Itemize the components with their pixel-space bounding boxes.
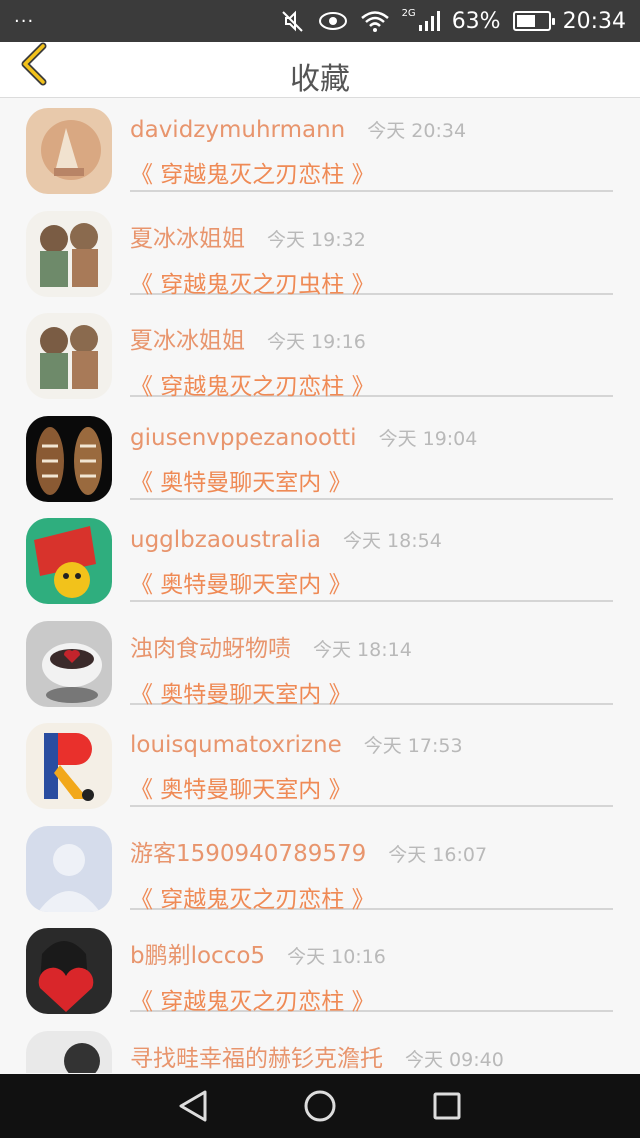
user-name: louisqumatoxrizne bbox=[130, 732, 342, 758]
item-body: giusenvppezanootti 今天 19:04 《 奥特曼聊天室内 》 bbox=[130, 424, 613, 500]
timestamp: 今天 19:16 bbox=[267, 331, 366, 353]
battery-level bbox=[516, 15, 536, 27]
timestamp: 今天 16:07 bbox=[388, 843, 488, 866]
nav-home-button[interactable] bbox=[295, 1081, 345, 1131]
status-icons: 2G 63% 20:34 bbox=[280, 7, 626, 34]
avatar bbox=[26, 620, 112, 707]
user-name: b鹏剃locco5 bbox=[130, 943, 266, 969]
timestamp: 今天 18:54 bbox=[343, 530, 442, 552]
avatar bbox=[26, 415, 112, 502]
list-item[interactable]: davidzymuhrmann 今天 20:34 《 穿越鬼灭之刃恋柱 》 bbox=[0, 98, 640, 201]
list-item[interactable]: 寻找畦幸福的赫钐克澹托 今天 09:40 bbox=[0, 1021, 640, 1074]
item-body: 寻找畦幸福的赫钐克澹托 今天 09:40 bbox=[130, 1039, 613, 1074]
mute-icon bbox=[280, 9, 306, 33]
list-item[interactable]: louisqumatoxrizne 今天 17:53 《 奥特曼聊天室内 》 bbox=[0, 713, 640, 816]
system-nav-bar bbox=[0, 1074, 640, 1138]
room-name[interactable]: 《 奥特曼聊天室内 》 bbox=[130, 770, 613, 804]
user-name: 浊肉食动蚜物啧 bbox=[130, 635, 291, 662]
timestamp: 今天 19:32 bbox=[267, 228, 366, 251]
eye-icon bbox=[318, 11, 348, 31]
title-bar: 收藏 bbox=[0, 42, 640, 98]
item-body: davidzymuhrmann 今天 20:34 《 穿越鬼灭之刃恋柱 》 bbox=[130, 116, 613, 192]
item-body: louisqumatoxrizne 今天 17:53 《 奥特曼聊天室内 》 bbox=[130, 731, 613, 807]
list-item[interactable]: 夏冰冰姐姐 今天 19:16 《 穿越鬼灭之刃恋柱 》 bbox=[0, 303, 640, 406]
user-name: 夏冰冰姐姐 bbox=[130, 225, 245, 252]
page-title: 收藏 bbox=[290, 62, 350, 97]
timestamp: 今天 19:04 bbox=[378, 427, 478, 450]
list-item[interactable]: giusenvppezanootti 今天 19:04 《 奥特曼聊天室内 》 bbox=[0, 406, 640, 509]
room-name[interactable]: 《 奥特曼聊天室内 》 bbox=[130, 675, 613, 709]
list-item[interactable]: 夏冰冰姐姐 今天 19:32 《 穿越鬼灭之刃虫柱 》 bbox=[0, 201, 640, 304]
user-name: 夏冰冰姐姐 bbox=[130, 328, 245, 354]
timestamp: 今天 10:16 bbox=[287, 946, 386, 968]
user-name: davidzymuhrmann bbox=[130, 117, 346, 143]
list-item[interactable]: 游客1590940789579 今天 16:07 《 穿越鬼灭之刃恋柱 》 bbox=[0, 816, 640, 919]
status-bar: ··· 2G 63% 20:34 bbox=[0, 0, 640, 42]
room-name[interactable]: 《 穿越鬼灭之刃恋柱 》 bbox=[130, 880, 613, 914]
battery-percent: 63% bbox=[451, 8, 501, 34]
timestamp: 今天 18:14 bbox=[313, 638, 412, 661]
clock: 20:34 bbox=[562, 8, 626, 34]
signal-icon bbox=[418, 10, 440, 32]
room-name[interactable]: 《 穿越鬼灭之刃恋柱 》 bbox=[130, 367, 613, 401]
item-body: b鹏剃locco5 今天 10:16 《 穿越鬼灭之刃恋柱 》 bbox=[130, 936, 613, 1015]
item-body: 夏冰冰姐姐 今天 19:16 《 穿越鬼灭之刃恋柱 》 bbox=[130, 321, 613, 400]
list-item[interactable]: 浊肉食动蚜物啧 今天 18:14 《 奥特曼聊天室内 》 bbox=[0, 611, 640, 714]
triangle-back-icon bbox=[179, 1090, 207, 1122]
user-name: ugglbzaoustralia bbox=[130, 527, 322, 553]
circle-home-icon bbox=[304, 1090, 336, 1122]
nav-recents-button[interactable] bbox=[422, 1081, 472, 1131]
avatar bbox=[26, 1030, 112, 1073]
list-item[interactable]: ugglbzaoustralia 今天 18:54 《 奥特曼聊天室内 》 bbox=[0, 508, 640, 611]
wifi-icon bbox=[360, 10, 390, 32]
nav-back-button[interactable] bbox=[168, 1081, 218, 1131]
user-name: giusenvppezanootti bbox=[130, 424, 357, 451]
avatar bbox=[26, 928, 112, 1014]
user-name: 寻找畦幸福的赫钐克澹托 bbox=[130, 1045, 383, 1072]
battery-icon bbox=[512, 11, 555, 31]
avatar bbox=[26, 723, 112, 809]
room-name[interactable]: 《 穿越鬼灭之刃恋柱 》 bbox=[130, 155, 613, 189]
user-name: 游客1590940789579 bbox=[130, 840, 367, 867]
status-menu-dots: ··· bbox=[14, 10, 35, 32]
network-type: 2G bbox=[401, 7, 416, 19]
room-name[interactable]: 《 奥特曼聊天室内 》 bbox=[130, 463, 613, 497]
timestamp: 今天 09:40 bbox=[405, 1048, 504, 1071]
timestamp: 今天 17:53 bbox=[363, 735, 463, 757]
room-name[interactable]: 《 穿越鬼灭之刃虫柱 》 bbox=[130, 265, 613, 299]
item-body: ugglbzaoustralia 今天 18:54 《 奥特曼聊天室内 》 bbox=[130, 526, 613, 602]
favorites-list: davidzymuhrmann 今天 20:34 《 穿越鬼灭之刃恋柱 》 夏冰冰… bbox=[0, 98, 640, 1073]
item-body: 夏冰冰姐姐 今天 19:32 《 穿越鬼灭之刃虫柱 》 bbox=[130, 219, 613, 298]
timestamp: 今天 20:34 bbox=[367, 120, 467, 142]
item-body: 浊肉食动蚜物啧 今天 18:14 《 奥特曼聊天室内 》 bbox=[130, 629, 613, 708]
avatar bbox=[26, 210, 112, 297]
item-body: 游客1590940789579 今天 16:07 《 穿越鬼灭之刃恋柱 》 bbox=[130, 834, 613, 913]
avatar bbox=[26, 108, 112, 194]
list-item[interactable]: b鹏剃locco5 今天 10:16 《 穿越鬼灭之刃恋柱 》 bbox=[0, 918, 640, 1021]
avatar bbox=[26, 518, 112, 604]
room-name[interactable]: 《 奥特曼聊天室内 》 bbox=[130, 565, 613, 599]
room-name[interactable]: 《 穿越鬼灭之刃恋柱 》 bbox=[130, 982, 613, 1016]
avatar bbox=[26, 313, 112, 399]
avatar bbox=[26, 825, 112, 912]
square-recents-icon bbox=[433, 1092, 461, 1120]
